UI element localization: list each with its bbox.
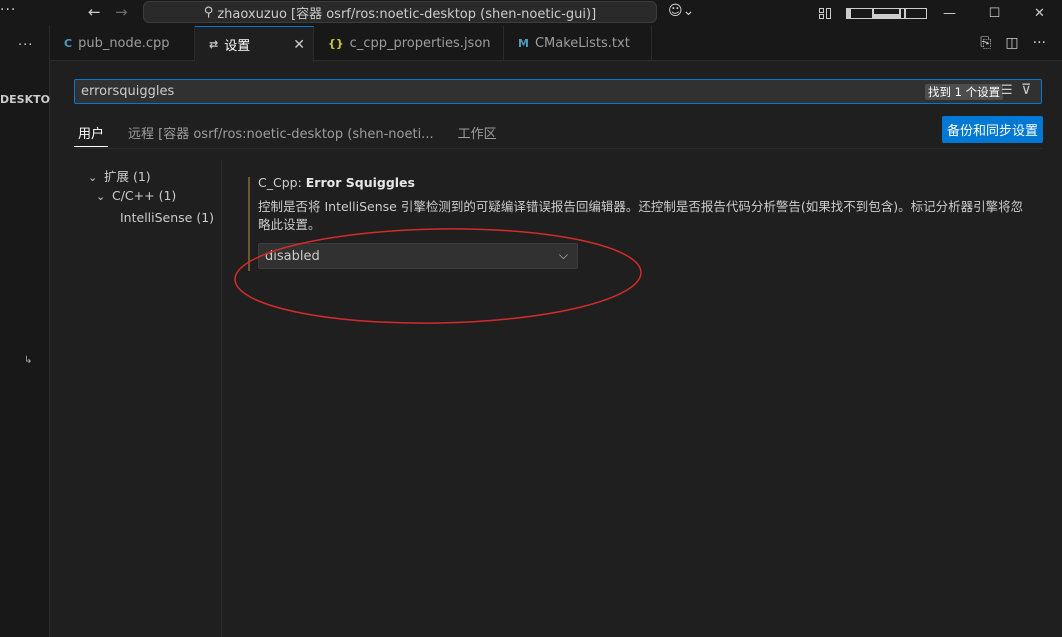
minimize-icon[interactable]: — xyxy=(927,6,972,21)
toggle-secondary-sidebar-icon[interactable] xyxy=(900,6,927,21)
toc-label: IntelliSense (1) xyxy=(120,210,215,225)
annotation-ellipse xyxy=(234,228,642,324)
command-center[interactable]: ⚲ zhaoxuzuo [容器 osrf/ros:noetic-desktop … xyxy=(143,1,657,23)
json-file-icon: {} xyxy=(328,37,344,50)
return-arrow-icon: ↳ xyxy=(24,355,33,366)
maximize-icon[interactable]: ☐ xyxy=(972,6,1017,21)
filter-icon[interactable]: ⊽ xyxy=(1021,82,1031,98)
setting-name: Error Squiggles xyxy=(305,175,415,190)
explorer-more-icon[interactable]: ··· xyxy=(18,38,33,53)
editor-actions: ⎘ ◫ ··· xyxy=(980,35,1046,51)
search-value: errorsquiggles xyxy=(81,84,175,99)
settings-scope-tabs: 用户 远程 [容器 osrf/ros:noetic-desktop (shen-… xyxy=(74,121,501,147)
toc-item-extensions[interactable]: ⌄ 扩展 (1) xyxy=(88,166,151,185)
settings-search-input[interactable]: errorsquiggles 找到 1 个设置 ☰ ⊽ xyxy=(74,79,1042,104)
settings-file-icon: ⇄ xyxy=(209,38,219,51)
window-controls: — ☐ ✕ xyxy=(819,0,1062,26)
setting-title: C_Cpp: Error Squiggles xyxy=(258,175,415,190)
setting-category: C_Cpp: xyxy=(258,175,306,190)
toggle-primary-sidebar-icon[interactable] xyxy=(846,6,873,21)
results-count-badge: 找到 1 个设置 xyxy=(925,84,1004,100)
tab-c-cpp-properties[interactable]: {} c_cpp_properties.json xyxy=(314,26,504,61)
tab-cmakelists[interactable]: M CMakeLists.txt xyxy=(504,26,652,61)
command-center-label: zhaoxuzuo [容器 osrf/ros:noetic-desktop (s… xyxy=(217,6,597,22)
toc-label: 扩展 (1) xyxy=(103,169,151,184)
customize-layout-icon[interactable] xyxy=(819,6,846,21)
forward-arrow-icon[interactable]: → xyxy=(115,3,128,21)
title-bar: ··· ← → ⚲ zhaoxuzuo [容器 osrf/ros:noetic-… xyxy=(0,0,1062,26)
chevron-down-icon: ⌄ xyxy=(96,190,106,203)
divider xyxy=(74,148,1042,149)
tab-label: c_cpp_properties.json xyxy=(349,36,491,51)
close-window-icon[interactable]: ✕ xyxy=(1017,6,1062,21)
search-icon: ⚲ xyxy=(203,4,214,20)
toc-item-intellisense[interactable]: IntelliSense (1) xyxy=(120,210,214,225)
backup-sync-button[interactable]: 备份和同步设置 xyxy=(942,116,1043,143)
tab-settings[interactable]: ⇄ 设置 ✕ xyxy=(195,26,314,62)
editor-tabs: C pub_node.cpp ⇄ 设置 ✕ {} c_cpp_propertie… xyxy=(50,26,1062,62)
scope-tab-user[interactable]: 用户 xyxy=(74,121,109,147)
back-arrow-icon[interactable]: ← xyxy=(88,3,101,21)
cpp-file-icon: C xyxy=(64,37,73,50)
chevron-down-icon: ⌄ xyxy=(88,171,98,184)
scope-tab-workspace[interactable]: 工作区 xyxy=(454,121,501,147)
clear-filter-icon[interactable]: ☰ xyxy=(1001,83,1013,98)
tab-label: pub_node.cpp xyxy=(78,36,170,51)
toc-label: C/C++ (1) xyxy=(111,188,177,203)
more-actions-icon[interactable]: ··· xyxy=(1033,35,1046,51)
tab-label: CMakeLists.txt xyxy=(534,36,630,51)
scope-tab-remote[interactable]: 远程 [容器 osrf/ros:noetic-desktop (shen-noe… xyxy=(124,121,438,147)
explorer-sidebar: ··· DESKTO... ↳ xyxy=(0,26,50,637)
copilot-icon[interactable]: ☺⌄ xyxy=(668,3,694,19)
toggle-panel-icon[interactable] xyxy=(873,6,900,21)
annotation-ellipse-stroke xyxy=(234,228,642,324)
explorer-section-label[interactable]: DESKTO... xyxy=(0,93,50,106)
menu-more-icon[interactable]: ··· xyxy=(0,2,16,18)
cmake-file-icon: M xyxy=(518,37,529,50)
toc-item-cpp[interactable]: ⌄ C/C++ (1) xyxy=(96,188,176,203)
close-tab-icon[interactable]: ✕ xyxy=(293,37,305,53)
tab-pub-node-cpp[interactable]: C pub_node.cpp xyxy=(50,26,195,61)
tab-label: 设置 xyxy=(224,39,251,54)
settings-toc: ⌄ 扩展 (1) ⌄ C/C++ (1) IntelliSense (1) xyxy=(74,160,222,637)
split-editor-icon[interactable]: ◫ xyxy=(1005,35,1018,51)
open-settings-json-icon[interactable]: ⎘ xyxy=(980,35,991,51)
